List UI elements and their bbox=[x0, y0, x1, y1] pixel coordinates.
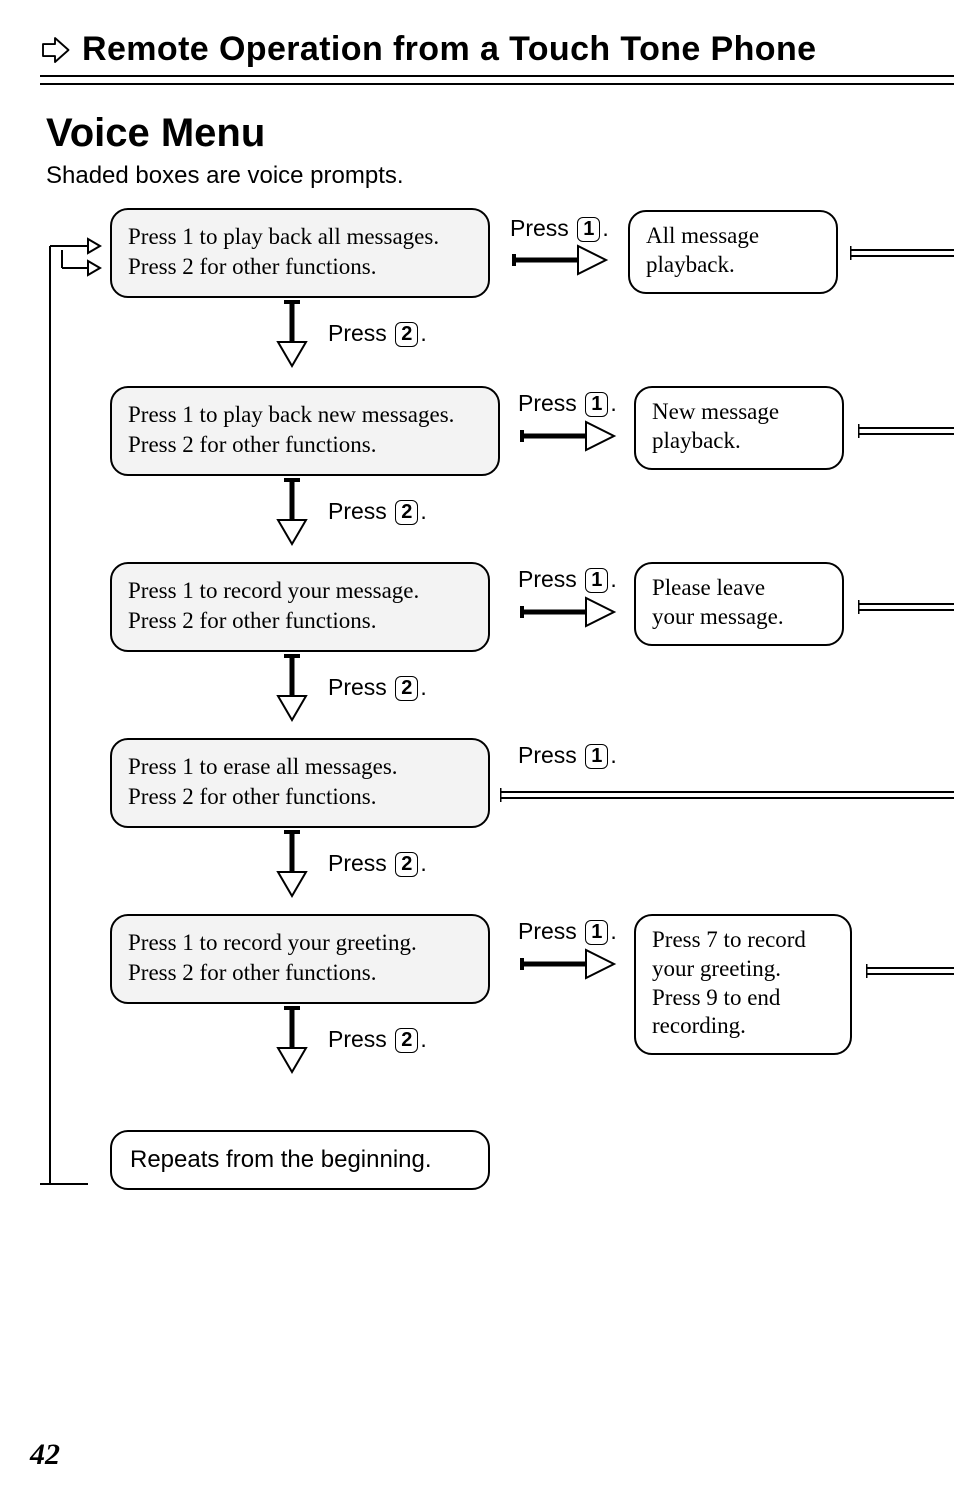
label-period: . bbox=[420, 320, 426, 346]
label-period: . bbox=[420, 498, 426, 524]
prompt-text: Press 2 for other functions. bbox=[128, 254, 377, 279]
prompt-text: Press 2 for other functions. bbox=[128, 960, 377, 985]
header-title: Remote Operation from a Touch Tone Phone bbox=[82, 30, 816, 69]
continuation-connector bbox=[858, 598, 954, 614]
prompt-text: Press 1 to record your greeting. bbox=[128, 930, 417, 955]
result-box-2: New message playback. bbox=[634, 386, 844, 470]
loop-back-arrow bbox=[30, 228, 120, 1208]
label-period: . bbox=[420, 850, 426, 876]
label-press: Press bbox=[328, 320, 387, 346]
keycap-2: 2 bbox=[395, 676, 418, 701]
arrow-down-icon bbox=[270, 476, 314, 548]
press-2-label: Press 2. bbox=[328, 674, 427, 701]
section-title: Voice Menu bbox=[46, 111, 954, 156]
result-text: your message. bbox=[652, 604, 784, 629]
keycap-2: 2 bbox=[395, 322, 418, 347]
label-period: . bbox=[610, 390, 616, 416]
label-press: Press bbox=[328, 498, 387, 524]
label-press: Press bbox=[518, 566, 577, 592]
result-box-3: Please leave your message. bbox=[634, 562, 844, 646]
continuation-connector bbox=[500, 786, 954, 802]
result-text: Press 9 to end bbox=[652, 985, 780, 1010]
prompt-text: Press 2 for other functions. bbox=[128, 432, 377, 457]
label-press: Press bbox=[518, 918, 577, 944]
press-1-label: Press 1. bbox=[518, 918, 617, 945]
keycap-2: 2 bbox=[395, 1028, 418, 1053]
result-text: All message bbox=[646, 223, 759, 248]
press-2-label: Press 2. bbox=[328, 1026, 427, 1053]
result-text: recording. bbox=[652, 1013, 746, 1038]
keycap-1: 1 bbox=[585, 744, 608, 769]
result-text: New message bbox=[652, 399, 779, 424]
prompt-box-5: Press 1 to record your greeting. Press 2… bbox=[110, 914, 490, 1004]
label-period: . bbox=[610, 918, 616, 944]
flowchart: Press 1 to play back all messages. Press… bbox=[40, 200, 954, 1508]
arrow-right-outline-icon bbox=[40, 35, 70, 65]
result-text: Please leave bbox=[652, 575, 765, 600]
prompt-box-2: Press 1 to play back new messages. Press… bbox=[110, 386, 500, 476]
press-1-label: Press 1. bbox=[518, 390, 617, 417]
result-text: playback. bbox=[646, 252, 735, 277]
continuation-connector bbox=[866, 962, 954, 978]
result-text: your greeting. bbox=[652, 956, 781, 981]
final-box: Repeats from the beginning. bbox=[110, 1130, 490, 1190]
label-period: . bbox=[610, 566, 616, 592]
prompt-box-3: Press 1 to record your message. Press 2 … bbox=[110, 562, 490, 652]
keycap-1: 1 bbox=[577, 217, 600, 242]
press-1-label: Press 1. bbox=[510, 215, 609, 242]
entry-arrow bbox=[30, 250, 120, 290]
label-press: Press bbox=[518, 390, 577, 416]
continuation-connector bbox=[850, 244, 954, 260]
label-period: . bbox=[610, 742, 616, 768]
press-2-label: Press 2. bbox=[328, 498, 427, 525]
prompt-text: Press 2 for other functions. bbox=[128, 608, 377, 633]
label-press: Press bbox=[518, 742, 577, 768]
section-note: Shaded boxes are voice prompts. bbox=[46, 162, 954, 190]
label-press: Press bbox=[328, 1026, 387, 1052]
prompt-text: Press 2 for other functions. bbox=[128, 784, 377, 809]
page-number: 42 bbox=[30, 1438, 60, 1472]
label-press: Press bbox=[328, 674, 387, 700]
keycap-1: 1 bbox=[585, 392, 608, 417]
continuation-connector bbox=[858, 422, 954, 438]
press-2-label: Press 2. bbox=[328, 320, 427, 347]
press-1-label: Press 1. bbox=[518, 742, 617, 769]
keycap-2: 2 bbox=[395, 500, 418, 525]
arrow-right-icon bbox=[516, 596, 626, 628]
arrow-down-icon bbox=[270, 1004, 314, 1076]
result-text: playback. bbox=[652, 428, 741, 453]
arrow-right-icon bbox=[516, 948, 626, 980]
keycap-1: 1 bbox=[585, 920, 608, 945]
keycap-1: 1 bbox=[585, 568, 608, 593]
prompt-text: Press 1 to erase all messages. bbox=[128, 754, 398, 779]
label-press: Press bbox=[328, 850, 387, 876]
arrow-down-icon bbox=[270, 828, 314, 900]
prompt-text: Press 1 to record your message. bbox=[128, 578, 419, 603]
prompt-text: Press 1 to play back new messages. bbox=[128, 402, 454, 427]
page-header: Remote Operation from a Touch Tone Phone bbox=[40, 30, 954, 69]
label-period: . bbox=[420, 1026, 426, 1052]
keycap-2: 2 bbox=[395, 852, 418, 877]
prompt-text: Press 1 to play back all messages. bbox=[128, 224, 439, 249]
label-press: Press bbox=[510, 215, 569, 241]
final-text: Repeats from the beginning. bbox=[130, 1146, 432, 1173]
prompt-box-1: Press 1 to play back all messages. Press… bbox=[110, 208, 490, 298]
label-period: . bbox=[420, 674, 426, 700]
prompt-box-4: Press 1 to erase all messages. Press 2 f… bbox=[110, 738, 490, 828]
arrow-right-icon bbox=[508, 244, 618, 276]
arrow-down-icon bbox=[270, 652, 314, 724]
label-period: . bbox=[602, 215, 608, 241]
arrow-down-icon bbox=[270, 298, 314, 370]
arrow-right-icon bbox=[516, 420, 626, 452]
header-rule bbox=[40, 75, 954, 85]
press-2-label: Press 2. bbox=[328, 850, 427, 877]
result-box-1: All message playback. bbox=[628, 210, 838, 294]
result-text: Press 7 to record bbox=[652, 927, 806, 952]
press-1-label: Press 1. bbox=[518, 566, 617, 593]
result-box-5: Press 7 to record your greeting. Press 9… bbox=[634, 914, 852, 1055]
